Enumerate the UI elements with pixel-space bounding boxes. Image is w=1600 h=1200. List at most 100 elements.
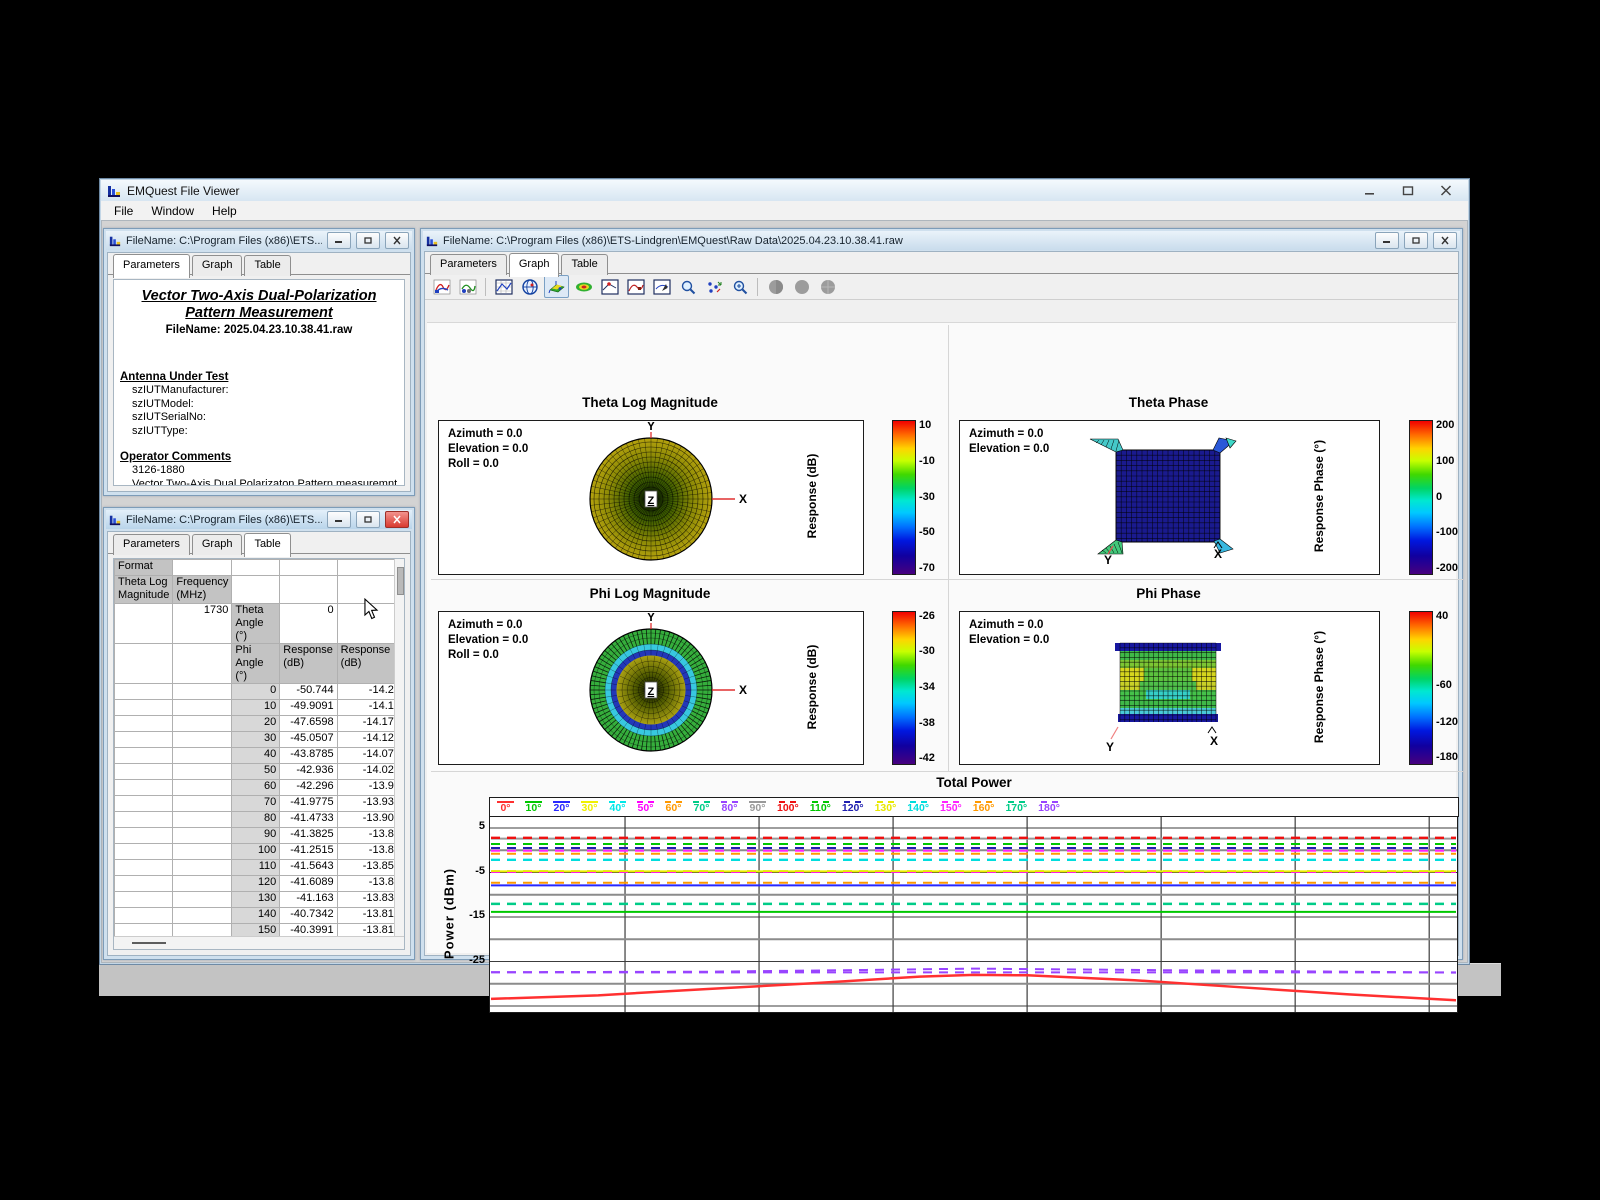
table-cell[interactable] bbox=[173, 908, 232, 924]
table-cell[interactable] bbox=[173, 764, 232, 780]
menu-window[interactable]: Window bbox=[142, 203, 203, 219]
table-cell[interactable] bbox=[115, 684, 173, 700]
table-cell[interactable] bbox=[115, 604, 173, 644]
phi-angle-cell[interactable]: 100 bbox=[232, 844, 280, 860]
globe-plot-icon[interactable] bbox=[518, 276, 541, 297]
phi-angle-cell[interactable]: 60 bbox=[232, 780, 280, 796]
menu-help[interactable]: Help bbox=[203, 203, 246, 219]
table-cell[interactable] bbox=[173, 892, 232, 908]
dataset-header[interactable]: Theta Log Magnitude bbox=[115, 576, 173, 604]
restore-button[interactable] bbox=[356, 511, 380, 528]
response-cell[interactable]: -40.7342 bbox=[280, 908, 337, 924]
table-cell[interactable] bbox=[115, 892, 173, 908]
theta-angle-header[interactable]: Theta Angle (°) bbox=[232, 604, 280, 644]
response-cell[interactable]: -41.3825 bbox=[280, 828, 337, 844]
phi-angle-header[interactable]: Phi Angle (°) bbox=[232, 644, 280, 684]
response-cell[interactable]: -42.296 bbox=[280, 780, 337, 796]
graph-window-titlebar[interactable]: FileName: C:\Program Files (x86)\ETS-Lin… bbox=[423, 231, 1460, 250]
response-cell[interactable]: -41.5643 bbox=[280, 860, 337, 876]
frequency-value[interactable]: 1730 bbox=[173, 604, 232, 644]
response-cell[interactable]: -43.8785 bbox=[280, 748, 337, 764]
tab-parameters[interactable]: Parameters bbox=[113, 254, 190, 278]
tab-table[interactable]: Table bbox=[244, 255, 290, 276]
phi-angle-cell[interactable]: 130 bbox=[232, 892, 280, 908]
table-cell[interactable] bbox=[173, 732, 232, 748]
tab-graph[interactable]: Graph bbox=[509, 253, 560, 277]
minimize-button[interactable] bbox=[327, 232, 351, 249]
table-cell[interactable] bbox=[173, 796, 232, 812]
cartesian-plot-icon[interactable] bbox=[492, 276, 515, 297]
data-points-icon[interactable] bbox=[702, 276, 725, 297]
minimize-icon[interactable] bbox=[1364, 185, 1376, 196]
table-cell[interactable] bbox=[173, 876, 232, 892]
table-cell[interactable] bbox=[115, 876, 173, 892]
main-titlebar[interactable]: EMQuest File Viewer bbox=[101, 180, 1468, 201]
response-header[interactable]: Response (dB) bbox=[280, 644, 337, 684]
table-cell[interactable] bbox=[115, 764, 173, 780]
params-window-titlebar[interactable]: FileName: C:\Program Files (x86)\ETS... bbox=[106, 231, 412, 250]
response-cell[interactable]: -50.744 bbox=[280, 684, 337, 700]
pattern-3d-icon[interactable] bbox=[430, 276, 453, 297]
format-header[interactable]: Format bbox=[115, 560, 173, 576]
phi-angle-cell[interactable]: 80 bbox=[232, 812, 280, 828]
phi-angle-cell[interactable]: 70 bbox=[232, 796, 280, 812]
restore-button[interactable] bbox=[356, 232, 380, 249]
table-cell[interactable] bbox=[115, 644, 173, 684]
table-cell[interactable] bbox=[115, 908, 173, 924]
table-cell[interactable] bbox=[173, 560, 232, 576]
table-cell[interactable] bbox=[173, 748, 232, 764]
minimize-button[interactable] bbox=[1375, 232, 1399, 249]
response-cell[interactable]: -41.6089 bbox=[280, 876, 337, 892]
zoom-in-icon[interactable] bbox=[676, 276, 699, 297]
response-cell[interactable]: -41.163 bbox=[280, 892, 337, 908]
table-cell[interactable] bbox=[115, 732, 173, 748]
table-cell[interactable] bbox=[115, 796, 173, 812]
table-cell[interactable] bbox=[115, 812, 173, 828]
response-cell[interactable]: -49.9091 bbox=[280, 700, 337, 716]
table-cell[interactable] bbox=[115, 828, 173, 844]
pattern-3d-alt-icon[interactable] bbox=[456, 276, 479, 297]
tab-table[interactable]: Table bbox=[561, 254, 607, 275]
polar-plot-icon[interactable] bbox=[572, 276, 595, 297]
table-cell[interactable] bbox=[115, 716, 173, 732]
table-cell[interactable] bbox=[115, 700, 173, 716]
phi-angle-cell[interactable]: 40 bbox=[232, 748, 280, 764]
response-cell[interactable]: -41.2515 bbox=[280, 844, 337, 860]
tab-parameters[interactable]: Parameters bbox=[430, 254, 507, 275]
surface-plot-icon[interactable] bbox=[544, 275, 569, 298]
close-button[interactable] bbox=[385, 232, 409, 249]
tab-table[interactable]: Table bbox=[244, 533, 290, 557]
tab-parameters[interactable]: Parameters bbox=[113, 534, 190, 555]
phi-angle-cell[interactable]: 50 bbox=[232, 764, 280, 780]
table-cell[interactable] bbox=[173, 812, 232, 828]
table-cell[interactable] bbox=[173, 716, 232, 732]
table-cell[interactable] bbox=[173, 828, 232, 844]
response-cell[interactable]: -41.4733 bbox=[280, 812, 337, 828]
phi-angle-cell[interactable]: 120 bbox=[232, 876, 280, 892]
phi-angle-cell[interactable]: 0 bbox=[232, 684, 280, 700]
edit-plot-icon[interactable] bbox=[650, 276, 673, 297]
frequency-header[interactable]: Frequency (MHz) bbox=[173, 576, 232, 604]
close-button[interactable] bbox=[1433, 232, 1457, 249]
table-cell[interactable] bbox=[115, 860, 173, 876]
tab-graph[interactable]: Graph bbox=[192, 255, 243, 276]
table-cell[interactable] bbox=[173, 844, 232, 860]
theta-angle-value[interactable]: 0 bbox=[280, 604, 337, 644]
table-window-titlebar[interactable]: FileName: C:\Program Files (x86)\ETS... bbox=[106, 510, 412, 529]
phi-angle-cell[interactable]: 10 bbox=[232, 700, 280, 716]
tab-graph[interactable]: Graph bbox=[192, 534, 243, 555]
table-cell[interactable] bbox=[232, 560, 280, 576]
close-button[interactable] bbox=[385, 511, 409, 528]
table-cell[interactable] bbox=[115, 780, 173, 796]
vertical-scrollbar-thumb[interactable] bbox=[397, 567, 404, 595]
response-cell[interactable]: -42.936 bbox=[280, 764, 337, 780]
phi-angle-cell[interactable]: 30 bbox=[232, 732, 280, 748]
response-cell[interactable]: -41.9775 bbox=[280, 796, 337, 812]
phi-angle-cell[interactable]: 90 bbox=[232, 828, 280, 844]
phi-angle-cell[interactable]: 20 bbox=[232, 716, 280, 732]
line-plot-icon[interactable] bbox=[598, 276, 621, 297]
table-cell[interactable] bbox=[173, 860, 232, 876]
restore-button[interactable] bbox=[1404, 232, 1428, 249]
phi-angle-cell[interactable]: 110 bbox=[232, 860, 280, 876]
table-cell[interactable] bbox=[115, 844, 173, 860]
